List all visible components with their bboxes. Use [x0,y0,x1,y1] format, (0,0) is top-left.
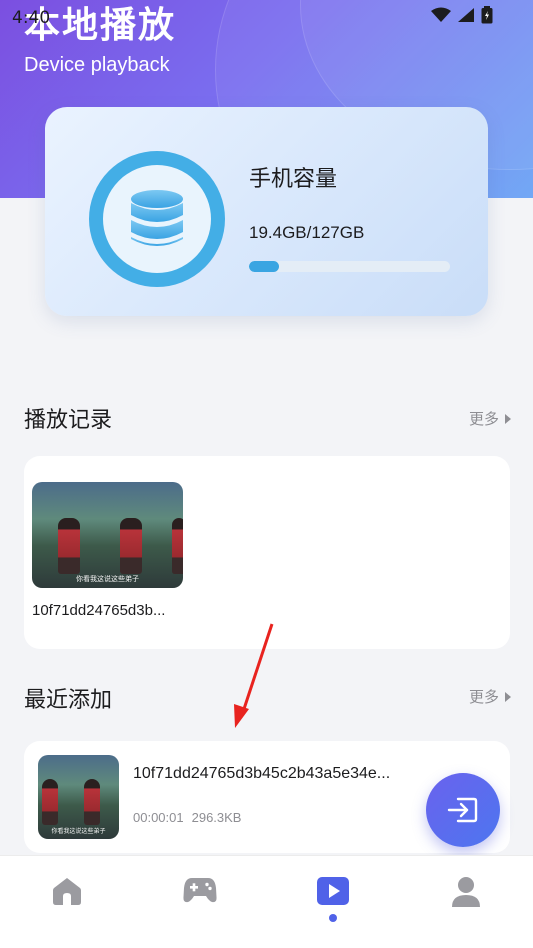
history-section-title: 播放记录 [24,408,113,433]
storage-progress-fill [249,261,280,272]
history-item-thumbnail[interactable]: 你看我这说这些弟子 [32,482,183,588]
import-icon [447,797,478,823]
nav-item-profile[interactable] [400,856,533,948]
chevron-right-icon [505,413,511,424]
battery-icon [481,6,493,24]
recent-section-title: 最近添加 [24,688,113,713]
gamepad-icon [183,878,217,903]
user-icon [452,877,481,907]
database-icon [131,190,183,246]
recent-item-size: 296.3KB [191,810,242,825]
history-item-name[interactable]: 10f71dd24765d3b... [32,602,165,619]
import-fab-button[interactable] [426,773,500,847]
storage-label: 手机容量 [249,167,338,192]
chevron-right-icon [505,691,511,702]
history-more-label: 更多 [468,410,499,428]
status-time: 4:40 [12,8,51,28]
thumbnail-subtitle: 你看我这说这些弟子 [51,828,106,835]
wifi-icon [431,7,451,22]
storage-ring [89,151,225,287]
play-icon [317,877,350,905]
bottom-navigation [0,855,533,948]
nav-item-games[interactable] [133,856,266,948]
recent-more-link[interactable]: 更多 [469,686,511,707]
recent-item-name: 10f71dd24765d3b45c2b43a5e34e... [133,765,391,782]
page-subtitle: Device playback [24,54,170,76]
home-icon [52,878,81,905]
active-indicator-dot [329,914,338,922]
recent-item-duration: 00:00:01 [133,810,184,825]
thumbnail-subtitle: 你看我这说这些弟子 [76,575,139,583]
recent-item-thumbnail[interactable]: 你看我这说这些弟子 [38,755,119,839]
storage-card: 手机容量 19.4GB/127GB [45,107,488,316]
nav-item-home[interactable] [0,856,133,948]
recent-item-meta: 00:00:01 296.3KB [133,810,241,825]
recent-more-label: 更多 [468,688,499,706]
signal-icon [458,8,474,22]
history-more-link[interactable]: 更多 [469,408,511,429]
nav-item-local-play[interactable] [267,856,400,948]
storage-progress-track [249,261,450,272]
status-icons [431,6,493,24]
storage-value: 19.4GB/127GB [249,223,365,242]
red-arrow-annotation [234,623,274,728]
